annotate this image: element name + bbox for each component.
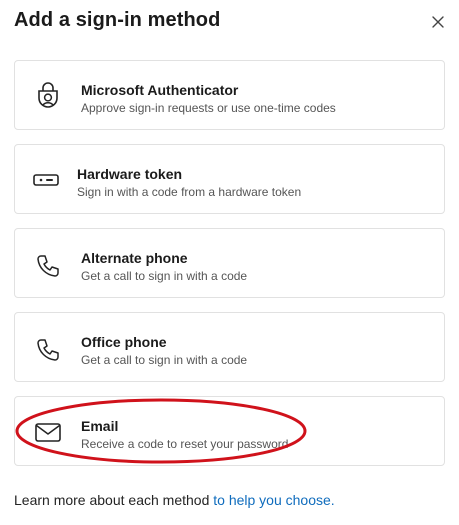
dialog-title: Add a sign-in method	[14, 9, 221, 31]
close-icon	[432, 16, 444, 28]
method-description: Get a call to sign in with a code	[81, 269, 248, 283]
method-microsoft-authenticator[interactable]: Microsoft Authenticator Approve sign-in …	[14, 60, 445, 130]
method-alternate-phone[interactable]: Alternate phone Get a call to sign in wi…	[14, 228, 445, 298]
method-title: Office phone	[81, 334, 167, 350]
help-link[interactable]: to help you choose.	[213, 492, 334, 508]
method-description: Get a call to sign in with a code	[81, 353, 248, 367]
footer-help-text: Learn more about each method to help you…	[14, 492, 335, 508]
close-button[interactable]	[428, 12, 448, 32]
method-description: Approve sign-in requests or use one-time…	[81, 101, 336, 115]
phone-icon	[37, 255, 59, 277]
add-sign-in-method-dialog: Add a sign-in method Microsoft Authentic…	[0, 0, 459, 525]
mail-icon	[35, 423, 61, 442]
method-title: Hardware token	[77, 166, 183, 182]
method-title: Alternate phone	[81, 250, 188, 266]
hardware-token-icon	[33, 174, 59, 186]
method-office-phone[interactable]: Office phone Get a call to sign in with …	[14, 312, 445, 382]
method-title: Microsoft Authenticator	[81, 82, 239, 98]
method-description: Sign in with a code from a hardware toke…	[77, 185, 302, 199]
footer-text: Learn more about each method	[14, 492, 214, 508]
method-title: Email	[81, 418, 119, 434]
method-hardware-token[interactable]: Hardware token Sign in with a code from …	[14, 144, 445, 214]
authenticator-lock-icon	[38, 82, 58, 108]
phone-icon	[37, 339, 59, 361]
method-email[interactable]: Email Receive a code to reset your passw…	[14, 396, 445, 466]
method-description: Receive a code to reset your password	[81, 437, 289, 451]
